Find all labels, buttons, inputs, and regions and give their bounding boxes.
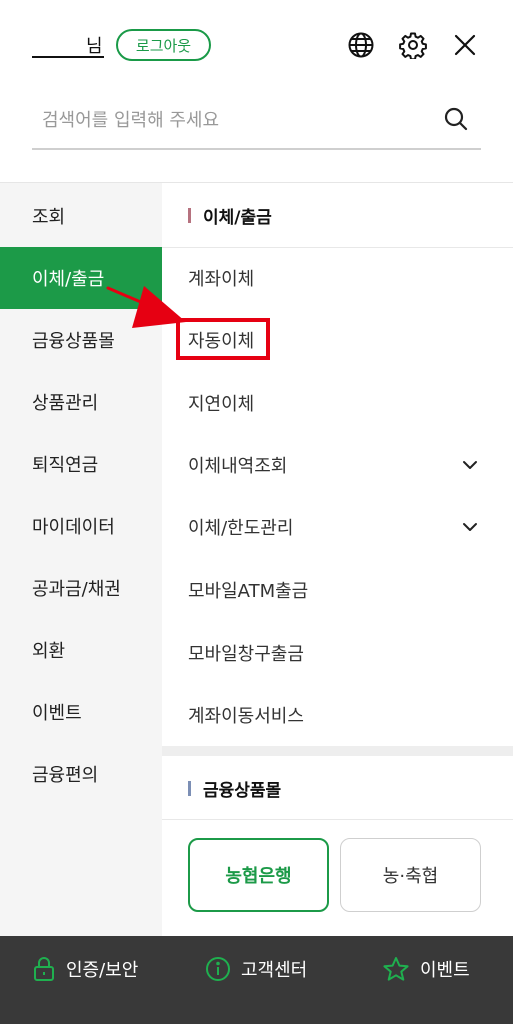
section-title-text: 금융상품몰 — [203, 780, 282, 801]
security-label: 인증/보안 — [66, 960, 139, 981]
submenu-item-label: 이체내역조회 — [188, 456, 288, 477]
globe-icon[interactable] — [346, 30, 376, 60]
sidebar-item-pension[interactable]: 퇴직연금 — [0, 433, 162, 495]
submenu-item-label: 모바일창구출금 — [188, 644, 304, 665]
sidebar-item-mydata[interactable]: 마이데이터 — [0, 495, 162, 557]
section-title-transfer: 이체/출금 — [188, 200, 272, 230]
submenu-item-account-transfer[interactable]: 계좌이체 — [188, 258, 488, 298]
security-button[interactable]: 인증/보안 — [32, 954, 138, 984]
submenu-item-label: 계좌이체 — [188, 269, 255, 290]
sidebar-item-foreign-exchange[interactable]: 외환 — [0, 619, 162, 681]
logout-button[interactable]: 로그아웃 — [116, 29, 211, 61]
bottom-toolbar: 인증/보안 고객센터 이벤트 — [0, 936, 513, 1024]
submenu-item-transfer-history[interactable]: 이체내역조회 — [188, 445, 488, 485]
search-input[interactable] — [42, 104, 432, 136]
sidebar-item-convenience[interactable]: 금융편의 — [0, 743, 162, 805]
submenu-item-limit-management[interactable]: 이체/한도관리 — [188, 507, 488, 547]
sidebar-item-events[interactable]: 이벤트 — [0, 681, 162, 743]
events-label: 이벤트 — [420, 960, 470, 981]
star-icon — [383, 957, 409, 981]
section-title-product-mall: 금융상품몰 — [188, 773, 281, 803]
chevron-down-icon[interactable] — [460, 517, 480, 537]
section-marker — [188, 780, 191, 796]
submenu-item-label: 지연이체 — [188, 394, 255, 415]
customer-center-label: 고객센터 — [241, 960, 308, 981]
submenu-panel: 이체/출금 계좌이체 자동이체 지연이체 이체내역조회 이체/한도관리 모바일A… — [162, 182, 513, 936]
submenu-item-label: 계좌이동서비스 — [188, 706, 304, 727]
events-button[interactable]: 이벤트 — [382, 954, 470, 984]
menu-header: 님 로그아웃 — [0, 0, 513, 182]
submenu-item-account-switch[interactable]: 계좌이동서비스 — [188, 695, 488, 735]
lock-icon — [34, 957, 54, 981]
sidebar-item-inquiry[interactable]: 조회 — [0, 185, 162, 247]
section-separator — [162, 746, 513, 756]
sidebar-item-product-management[interactable]: 상품관리 — [0, 371, 162, 433]
submenu-item-label: 이체/한도관리 — [188, 518, 294, 539]
close-icon[interactable] — [450, 30, 480, 60]
info-icon — [206, 957, 230, 981]
chevron-down-icon[interactable] — [460, 455, 480, 475]
section-marker — [188, 207, 191, 223]
user-suffix: 님 — [86, 36, 103, 57]
nh-bank-button[interactable]: 농협은행 — [188, 838, 329, 912]
search-box — [32, 96, 481, 150]
submenu-item-mobile-atm[interactable]: 모바일ATM출금 — [188, 570, 488, 610]
search-icon[interactable] — [443, 106, 469, 132]
submenu-item-mobile-counter[interactable]: 모바일창구출금 — [188, 633, 488, 673]
submenu-item-label: 모바일ATM출금 — [188, 581, 309, 602]
sidebar-item-utility-bonds[interactable]: 공과금/채권 — [0, 557, 162, 619]
divider — [162, 819, 513, 820]
section-title-text: 이체/출금 — [203, 207, 272, 228]
pointer-arrow-icon — [106, 286, 186, 328]
gear-icon[interactable] — [398, 30, 428, 60]
nh-coop-button[interactable]: 농·축협 — [340, 838, 481, 912]
submenu-item-delayed-transfer[interactable]: 지연이체 — [188, 383, 488, 423]
customer-center-button[interactable]: 고객센터 — [205, 954, 307, 984]
divider — [162, 247, 513, 248]
